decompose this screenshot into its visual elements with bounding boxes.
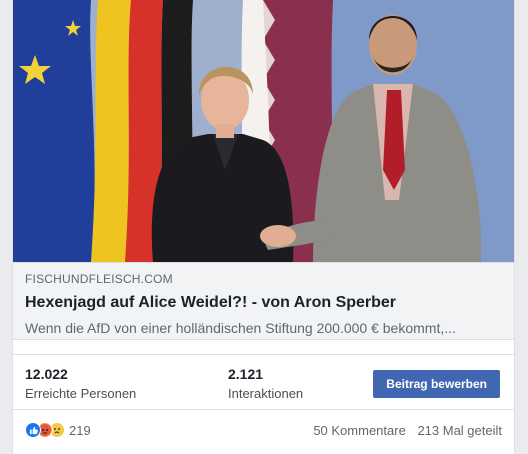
engagement-label: Interaktionen: [228, 386, 304, 401]
photo-illustration: [13, 0, 514, 262]
link-domain: FISCHUNDFLEISCH.COM: [25, 272, 173, 286]
post-footer: 219 50 Kommentare 213 Mal geteilt: [13, 410, 514, 454]
link-headline[interactable]: Hexenjagd auf Alice Weidel?! - von Aron …: [25, 293, 502, 313]
engagement-stat: 2.121 Interaktionen: [228, 365, 303, 403]
reaction-count: 219: [69, 422, 91, 438]
link-preview-box[interactable]: FISCHUNDFLEISCH.COM Hexenjagd auf Alice …: [13, 262, 514, 340]
like-reaction-icon: [25, 422, 41, 438]
insights-bar: 12.022 Erreichte Personen 2.121 Interakt…: [13, 354, 514, 410]
engagement-links: 50 Kommentare 213 Mal geteilt: [313, 423, 502, 438]
shares-link[interactable]: 213 Mal geteilt: [417, 423, 502, 438]
reach-stat: 12.022 Erreichte Personen: [25, 365, 136, 403]
comments-link[interactable]: 50 Kommentare: [313, 423, 406, 438]
engagement-value: 2.121: [228, 366, 264, 382]
reach-value: 12.022: [25, 366, 68, 382]
reactions-summary[interactable]: 219: [25, 422, 91, 438]
boost-post-button[interactable]: Beitrag bewerben: [373, 370, 500, 398]
reach-label: Erreichte Personen: [25, 386, 137, 401]
link-description: Wenn die AfD von einer holländischen Sti…: [25, 320, 456, 336]
link-preview-image[interactable]: [13, 0, 514, 262]
spacer: [13, 340, 514, 354]
post-card: FISCHUNDFLEISCH.COM Hexenjagd auf Alice …: [12, 0, 515, 454]
